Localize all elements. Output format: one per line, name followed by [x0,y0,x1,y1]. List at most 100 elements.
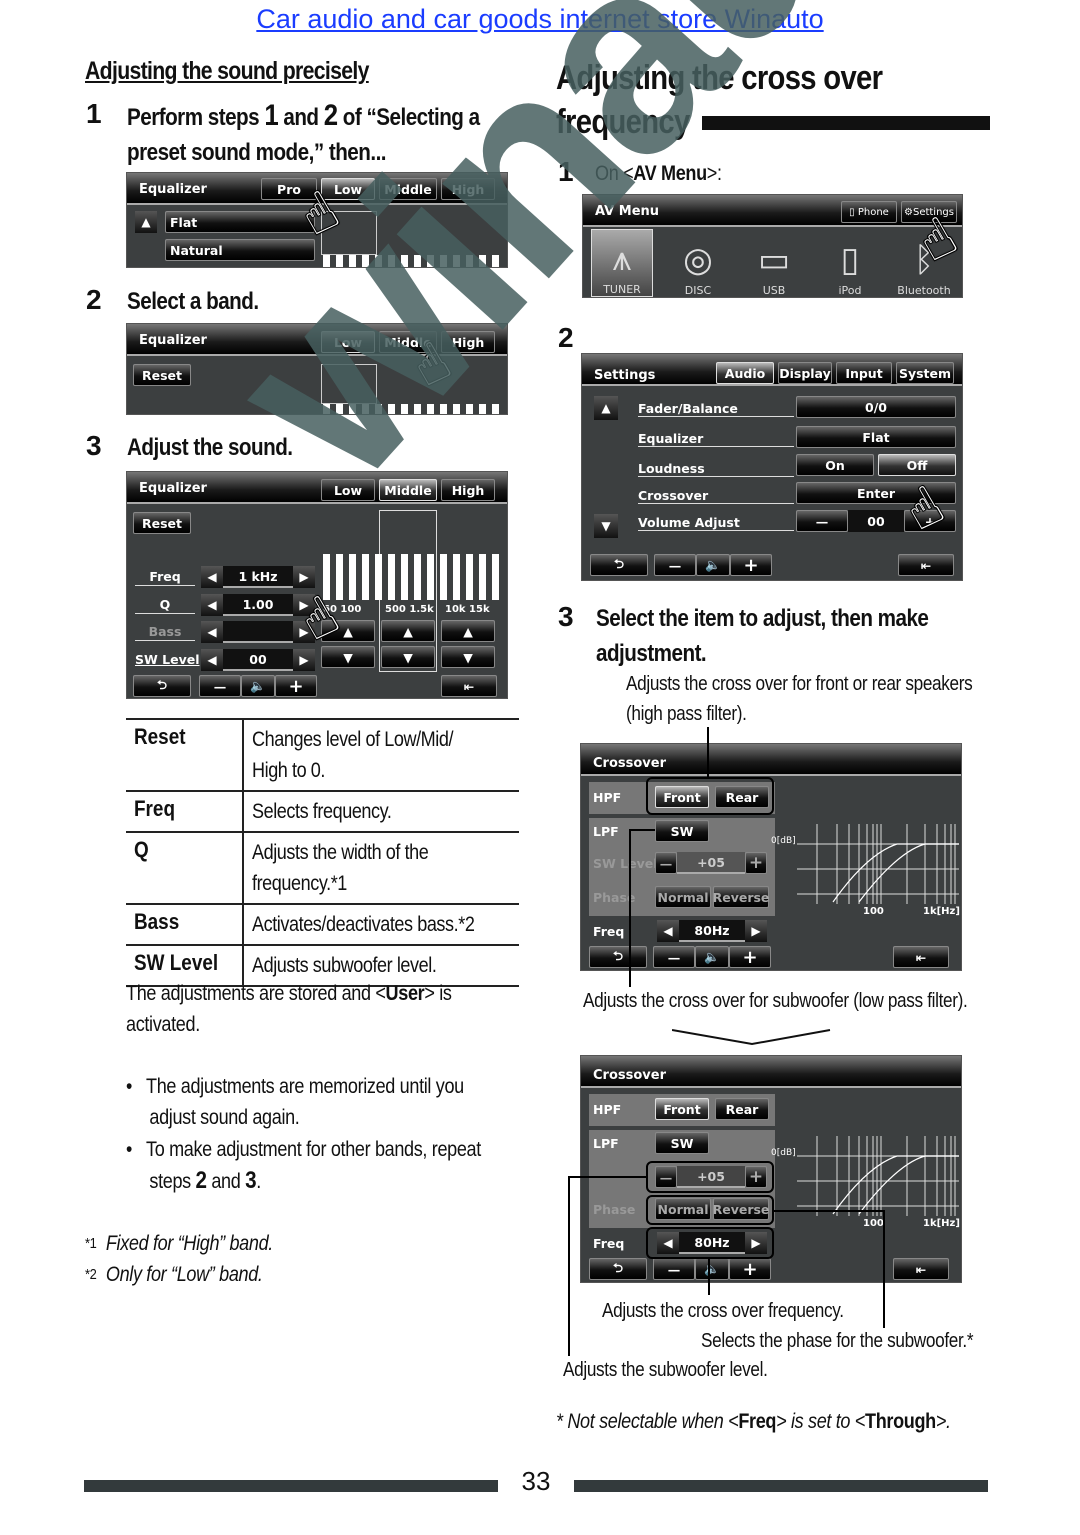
tab-middle[interactable]: Middle [379,479,437,501]
high-up-button[interactable]: ▲ [441,620,495,642]
sw-level-increase-button[interactable]: ▶ [293,649,315,671]
lpf-callout-line [629,829,631,987]
scroll-down-button[interactable]: ▼ [594,514,618,538]
scroll-up-button[interactable]: ▲ [135,211,157,233]
sw-level-callout-line [568,1176,646,1178]
fader-balance-button[interactable]: 0/0 [796,396,956,418]
page-title: Adjusting the cross over frequency [556,59,883,141]
loudness-off-button[interactable]: Off [878,454,956,476]
usb-icon: ▭ [757,240,791,280]
freq-increase-button[interactable]: ▶ [745,920,767,942]
low-down-button[interactable]: ▼ [321,646,375,668]
sw-level-decrease-button[interactable]: ◀ [201,649,223,671]
tab-system[interactable]: System [896,362,954,384]
sw-level-value: 00 [223,649,293,671]
screen-title: Settings [594,368,656,383]
mute-icon[interactable]: 🔈 [695,946,729,968]
footer-rule-left [84,1480,498,1492]
freq-decrease-button[interactable]: ◀ [201,566,223,588]
q-decrease-button[interactable]: ◀ [201,594,223,616]
exit-button[interactable]: ⇤ [893,946,949,968]
bullet-item: • The adjustments are memorized until yo… [126,1075,464,1129]
loudness-on-button[interactable]: On [796,454,874,476]
hpf-label: HPF [593,790,622,805]
settings-description-table: Reset Changes level of Low/Mid/High to 0.… [126,718,519,987]
footnote-2: *2 Only for “Low” band. [85,1263,263,1286]
phase-callout-line [774,1210,884,1212]
back-button[interactable]: ⮌ [589,1258,647,1280]
sw-level-label: SW Level [135,652,200,667]
table-row: Bass Activates/deactivates bass.*2 [126,903,519,946]
volume-up-button[interactable]: + [275,675,317,697]
tab-input[interactable]: Input [836,362,892,384]
back-button[interactable]: ⮌ [133,675,191,697]
high-down-button[interactable]: ▼ [441,646,495,668]
source-disc[interactable]: ◎ DISC [667,229,729,297]
reset-button[interactable]: Reset [133,512,191,534]
middle-down-button[interactable]: ▼ [381,646,435,668]
tab-high[interactable]: High [441,479,495,501]
phase-normal-button[interactable]: Normal [655,886,711,908]
tab-low[interactable]: Low [321,479,375,501]
level-note: Adjusts the subwoofer level. [563,1359,768,1381]
volume-down-button[interactable]: — [654,554,696,576]
eq-bars [323,404,499,414]
fader-balance-label: Fader/Balance [638,401,794,417]
hpf-rear-button[interactable]: Rear [715,1098,769,1120]
sw-level-decrease-button[interactable]: — [655,852,677,874]
tab-middle[interactable]: Middle [379,178,437,200]
scroll-up-button[interactable]: ▲ [594,396,618,420]
settings-screen: Settings Audio Display Input System ▲ ▼ … [581,353,963,581]
tab-low[interactable]: Low [321,331,375,353]
table-row: Freq Selects frequency. [126,790,519,833]
tab-audio[interactable]: Audio [716,362,774,384]
volume-adjust-decrease-button[interactable]: — [796,510,848,532]
freq-label: Freq [593,924,625,939]
tab-low[interactable]: Low [321,178,375,200]
freq-decrease-button[interactable]: ◀ [657,920,679,942]
sw-level-increase-button[interactable]: + [745,852,767,874]
middle-up-button[interactable]: ▲ [381,620,435,642]
tab-high[interactable]: High [441,331,495,353]
tab-high[interactable]: High [441,178,495,200]
volume-up-button[interactable]: + [729,1258,771,1280]
freq-increase-button[interactable]: ▶ [293,566,315,588]
source-ipod[interactable]: ▯ iPod [819,229,881,297]
exit-button[interactable]: ⇤ [898,554,954,576]
lpf-sw-button[interactable]: SW [655,1132,709,1154]
tab-display[interactable]: Display [778,362,832,384]
preset-natural[interactable]: Natural [165,239,315,261]
eq-bars [323,255,499,267]
source-tuner[interactable]: ⩚ TUNER [591,229,653,297]
volume-down-button[interactable]: — [653,1258,695,1280]
volume-up-button[interactable]: + [729,946,771,968]
exit-button[interactable]: ⇤ [893,1258,949,1280]
back-button[interactable]: ⮌ [589,946,647,968]
volume-down-button[interactable]: — [653,946,695,968]
bass-decrease-button[interactable]: ◀ [201,621,223,643]
title-rule [702,116,990,130]
lpf-note: Adjusts the cross over for subwoofer (lo… [583,990,968,1012]
lpf-sw-button[interactable]: SW [655,820,709,842]
back-button[interactable]: ⮌ [590,554,648,576]
graph-x-label-100: 100 [863,1218,884,1229]
step-1-text: On <AV Menu>: [595,162,722,185]
mute-icon[interactable]: 🔈 [241,675,275,697]
preset-flat[interactable]: Flat [165,211,315,233]
lpf-label: LPF [593,824,619,839]
equalizer-screen-band: Equalizer Low Middle High Reset ☝ [126,323,508,415]
store-link[interactable]: Car audio and car goods internet store W… [0,4,1080,35]
volume-down-button[interactable]: — [199,675,241,697]
exit-button[interactable]: ⇤ [441,675,497,697]
source-usb[interactable]: ▭ USB [743,229,805,297]
phase-callout [646,1195,774,1225]
phone-button[interactable]: ▯ Phone [841,201,897,223]
phase-reverse-button[interactable]: Reverse [713,886,769,908]
mute-icon[interactable]: 🔈 [696,554,730,576]
mute-icon[interactable]: 🔈 [695,1258,729,1280]
sw-level-callout [646,1161,774,1193]
equalizer-button[interactable]: Flat [796,426,956,448]
hpf-front-button[interactable]: Front [655,1098,709,1120]
volume-up-button[interactable]: + [730,554,772,576]
reset-button[interactable]: Reset [133,364,191,386]
